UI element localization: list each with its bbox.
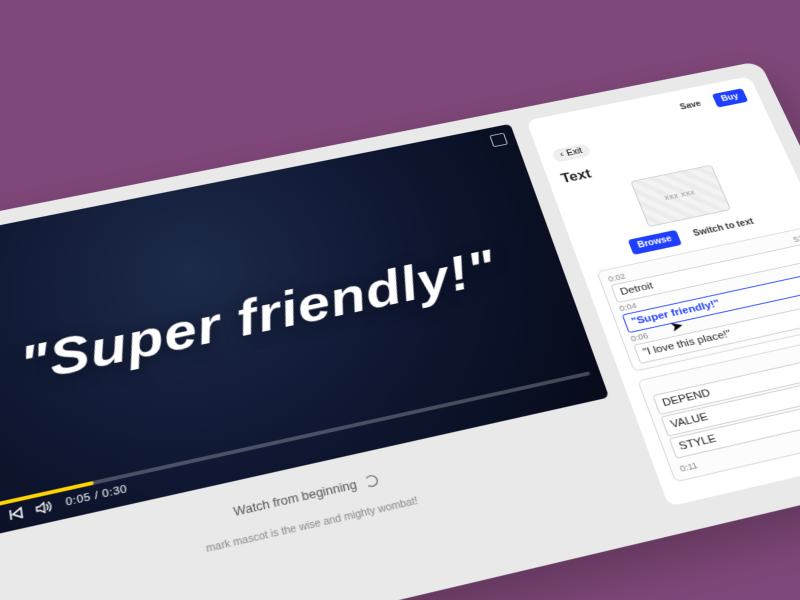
caption-time [648, 384, 651, 393]
footer-tagline: mark mascot is the wise and mighty womba… [0, 447, 631, 600]
caption-time: 0:04 [618, 301, 638, 313]
volume-icon[interactable] [35, 499, 54, 514]
editor-app: "Super friendly!" [0, 60, 800, 600]
fullscreen-icon[interactable] [489, 132, 508, 146]
rewind-icon[interactable] [7, 506, 24, 521]
watch-label: Watch from beginning [232, 477, 358, 518]
watch-from-beginning[interactable]: Watch from beginning [0, 418, 621, 577]
video-overlay-text: "Super friendly!" [17, 239, 505, 395]
caption-chars: 52 [792, 234, 800, 244]
save-button[interactable]: Save [671, 95, 711, 115]
video-progress [0, 480, 94, 509]
restart-icon [363, 473, 378, 487]
style-thumbnail[interactable]: XXX XXX [630, 164, 731, 226]
chevron-left-icon: ‹ [559, 150, 565, 159]
exit-label: Exit [566, 146, 584, 157]
video-timeline[interactable] [0, 371, 590, 509]
exit-button[interactable]: ‹ Exit [551, 143, 592, 163]
thumb-text: XXX XXX [664, 189, 697, 201]
browse-button[interactable]: Browse [628, 229, 682, 254]
buy-button[interactable]: Buy [712, 88, 748, 107]
caption-time: 0:11 [678, 460, 699, 473]
video-timecode: 0:05 / 0:30 [65, 483, 128, 508]
